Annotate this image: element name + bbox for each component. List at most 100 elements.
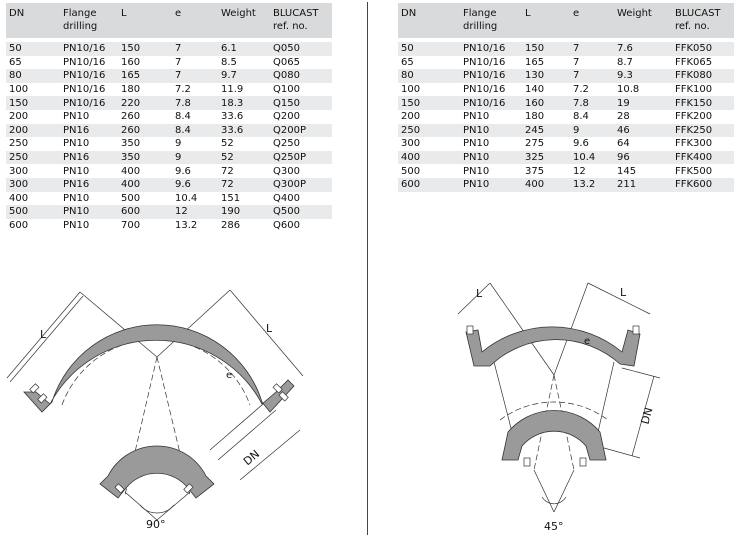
- cell-weight: 19: [614, 96, 672, 110]
- table-row: 200 PN16 260 8.4 33.6 Q200P: [6, 123, 332, 138]
- cell-e: 9: [172, 150, 218, 165]
- cell-flange: PN16: [60, 123, 118, 138]
- cell-ref: Q250: [273, 138, 300, 150]
- cell-weight: 6.1: [218, 38, 270, 56]
- cell-flange: PN10: [60, 205, 118, 219]
- cell-ref: FFK065: [675, 56, 713, 68]
- cell-weight: 52: [221, 138, 234, 150]
- cell-flange: PN16: [60, 177, 118, 192]
- cell-dn: 500: [6, 205, 60, 219]
- cell-e: 8.4: [573, 111, 589, 123]
- dim-dn-ext-b: [603, 447, 641, 459]
- cell-flange: PN10: [463, 165, 490, 177]
- dim-dn-ext-a: [209, 397, 271, 451]
- cell-flange: PN10: [460, 177, 522, 192]
- l-label-right: L: [620, 286, 627, 299]
- col-dn-header: DN: [6, 3, 60, 40]
- cell-weight: 46: [614, 123, 672, 138]
- cell-l: 500: [121, 192, 141, 204]
- col-weight-header: Weight: [614, 3, 672, 40]
- cell-e: 7: [172, 38, 218, 56]
- cell-flange: PN10: [460, 150, 522, 165]
- cell-flange: PN10: [63, 220, 90, 232]
- cell-dn: 600: [398, 177, 460, 192]
- dim-dn-ext-a: [621, 367, 661, 379]
- col-ref-header: BLUCAST ref. no.: [270, 3, 332, 40]
- cell-weight: 8.5: [221, 56, 237, 68]
- cell-ref: Q300: [273, 165, 300, 177]
- cell-e: 13.2: [175, 220, 198, 232]
- col-flange-header: Flange drilling: [460, 3, 522, 40]
- e-label: e: [226, 370, 232, 381]
- cell-e: 7: [175, 56, 182, 68]
- bolt-icon: [632, 325, 640, 335]
- cell-dn: 200: [9, 111, 29, 123]
- l-label-right: L: [266, 322, 273, 335]
- cell-l: 260: [118, 123, 172, 138]
- cell-ref: Q200P: [270, 123, 332, 138]
- cell-e: 7.8: [570, 96, 614, 110]
- angle-line-left: [533, 469, 555, 513]
- cell-l: 700: [121, 220, 141, 232]
- col-e-header: e: [172, 3, 218, 40]
- table-header-row: DN Flange drilling L e Weight BLUCAST ref.…: [398, 3, 734, 40]
- ref-header-line2: ref. no.: [675, 21, 710, 32]
- cell-ref: Q500: [270, 205, 332, 219]
- cell-weight: 18.3: [218, 96, 270, 110]
- cell-ref: Q300P: [270, 177, 332, 192]
- cell-weight: 7.6: [614, 38, 672, 56]
- table-row: 80 PN10/16 165 7 9.7 Q080: [6, 69, 332, 83]
- cell-ref: FFK050: [672, 38, 734, 56]
- table-row: 50 PN10/16 150 7 6.1 Q050: [6, 38, 332, 56]
- cell-ref: Q080: [270, 69, 332, 83]
- cell-e: 9.6: [172, 177, 218, 192]
- cell-l: 165: [118, 69, 172, 83]
- cell-dn: 150: [398, 96, 460, 110]
- cell-ref: FFK250: [672, 123, 734, 138]
- cell-flange: PN10/16: [60, 96, 118, 110]
- angle-arc: [139, 504, 175, 514]
- cell-l: 400: [121, 165, 141, 177]
- table-row: 150 PN10/16 160 7.8 19 FFK150: [398, 96, 734, 110]
- cell-flange: PN10/16: [63, 56, 106, 68]
- table-row: 200 PN10 180 8.4 28 FFK200: [398, 110, 734, 124]
- cell-e: 10.4: [570, 150, 614, 165]
- table-row: 200 PN10 260 8.4 33.6 Q200: [6, 110, 332, 124]
- cell-l: 220: [118, 96, 172, 110]
- cell-l: 260: [121, 111, 141, 123]
- table-row: 65 PN10/16 160 7 8.5 Q065: [6, 56, 332, 70]
- bend-90-drawing: L L e DN 90°: [6, 289, 304, 531]
- cell-l: 400: [118, 177, 172, 192]
- cell-l: 375: [525, 165, 545, 177]
- cell-l: 165: [525, 56, 545, 68]
- cell-e: 12: [172, 205, 218, 219]
- cell-dn: 200: [6, 123, 60, 138]
- cell-dn: 300: [9, 165, 29, 177]
- col-l-header: L: [118, 3, 172, 40]
- cell-flange: PN10/16: [460, 38, 522, 56]
- cell-dn: 100: [401, 84, 421, 96]
- cell-flange: PN10: [63, 165, 90, 177]
- cell-ref: Q050: [270, 38, 332, 56]
- cell-flange: PN10/16: [460, 69, 522, 83]
- table-row: 150 PN10/16 220 7.8 18.3 Q150: [6, 96, 332, 110]
- cell-l: 180: [121, 84, 141, 96]
- cell-l: 400: [522, 177, 570, 192]
- cell-weight: 28: [617, 111, 630, 123]
- table-row: 600 PN10 700 13.2 286 Q600: [6, 219, 332, 233]
- cell-e: 7: [570, 69, 614, 83]
- cell-dn: 200: [401, 111, 421, 123]
- cell-weight: 72: [218, 177, 270, 192]
- table-row: 250 PN16 350 9 52 Q250P: [6, 150, 332, 165]
- ref-header-line2: ref. no.: [273, 21, 308, 32]
- cell-flange: PN10/16: [463, 84, 506, 96]
- cell-weight: 190: [218, 205, 270, 219]
- cell-weight: 64: [617, 138, 630, 150]
- cell-ref: FFK300: [675, 138, 713, 150]
- cell-dn: 80: [398, 69, 460, 83]
- cell-weight: 33.6: [221, 111, 244, 123]
- angle-line-right: [553, 469, 575, 513]
- table-row: 400 PN10 500 10.4 151 Q400: [6, 192, 332, 206]
- cell-flange: PN10/16: [63, 84, 106, 96]
- cell-ref: FFK600: [672, 177, 734, 192]
